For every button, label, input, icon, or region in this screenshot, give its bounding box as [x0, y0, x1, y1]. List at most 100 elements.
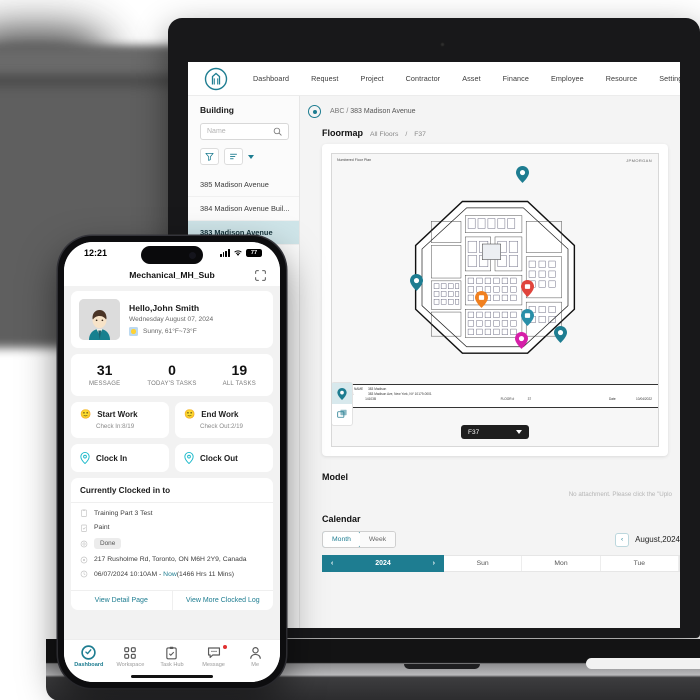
nav-item-project[interactable]: Project — [350, 74, 395, 83]
sidebar-item-384-madison[interactable]: 384 Madison Avenue Buil... — [188, 197, 299, 221]
dow-mon: Mon — [522, 556, 601, 571]
stat-all-tasks[interactable]: 19 ALL TASKS — [206, 362, 273, 387]
app-logo-icon — [204, 67, 228, 91]
tab-dashboard[interactable]: Dashboard — [68, 645, 110, 668]
clocked-job-name: Paint — [94, 524, 110, 531]
view-more-clocked-log-link[interactable]: View More Clocked Log — [173, 591, 274, 610]
stat-todays-tasks-label: TODAY'S TASKS — [147, 381, 197, 387]
map-pin-red[interactable] — [521, 279, 535, 297]
clocked-in-card: Currently Clocked in to Training Part 3 … — [71, 478, 273, 610]
smiley-icon: 🙂 — [80, 409, 92, 419]
end-work-sub: Check Out:2/19 — [200, 423, 243, 430]
tb-val-date: 10/04/2022 — [636, 396, 652, 401]
clock-out-button[interactable]: Clock Out — [175, 444, 273, 472]
message-icon — [207, 647, 220, 658]
chevron-down-icon — [516, 430, 522, 434]
battery-indicator: 77 — [246, 248, 262, 258]
building-search[interactable]: Name — [200, 123, 289, 140]
calendar-month-label: August,2024 — [635, 535, 680, 544]
nav-item-setting[interactable]: Setting — [648, 74, 680, 83]
clocked-address-row: 217 Rusholme Rd, Toronto, ON M6H 2Y9, Ca… — [80, 556, 264, 564]
nav-item-contractor[interactable]: Contractor — [395, 74, 452, 83]
breadcrumb-target-icon[interactable] — [308, 105, 321, 118]
year-prev-button[interactable]: ‹ — [331, 560, 333, 567]
filter-button[interactable] — [200, 148, 219, 165]
location-icon — [80, 556, 88, 563]
clock-in-button[interactable]: Clock In — [71, 444, 169, 472]
status-circle-icon — [80, 540, 88, 547]
breadcrumb-root[interactable]: ABC — [330, 108, 344, 115]
tab-message[interactable]: Message — [193, 645, 235, 668]
status-indicators: 77 — [219, 248, 262, 258]
clocked-in-list: Training Part 3 Test Paint Done 217 Rush… — [71, 503, 273, 590]
map-toolbar — [332, 382, 353, 426]
tab-me[interactable]: Me — [234, 645, 276, 668]
map-tool-pin[interactable] — [332, 383, 352, 404]
stat-message[interactable]: 31 MESSAGE — [71, 362, 138, 387]
map-pin-teal-4[interactable] — [553, 326, 567, 344]
calendar-view-month[interactable]: Month — [323, 532, 361, 547]
map-pin-magenta[interactable] — [514, 332, 528, 350]
person-icon — [249, 646, 261, 659]
year-next-button[interactable]: › — [433, 560, 435, 567]
floormap-header: Floormap All Floors / F37 — [300, 118, 680, 144]
laptop-camera — [440, 42, 445, 47]
tab-workspace[interactable]: Workspace — [110, 645, 152, 668]
tab-task-hub[interactable]: Task Hub — [151, 645, 193, 668]
calendar-dow-header: Sun Mon Tue — [444, 555, 680, 572]
floormap-canvas[interactable]: Numbered Floor Plan JPMORGAN NAME 383 Ma… — [331, 153, 659, 447]
start-work-sub: Check In:8/19 — [96, 423, 135, 430]
nav-item-asset[interactable]: Asset — [451, 74, 491, 83]
scan-icon[interactable] — [255, 270, 266, 281]
floor-select-value: F37 — [468, 428, 480, 436]
calendar-view-week[interactable]: Week — [359, 532, 396, 547]
floormap-sub-allfloors[interactable]: All Floors — [370, 131, 398, 138]
nav-item-resource[interactable]: Resource — [595, 74, 649, 83]
breadcrumb: ABC / 383 Madison Avenue — [300, 96, 680, 118]
clock-out-label: Clock Out — [200, 453, 238, 463]
work-actions-row: 🙂 Start Work Check In:8/19 🙂 End Work Ch… — [71, 402, 273, 438]
stats-card: 31 MESSAGE 0 TODAY'S TASKS 19 ALL TASKS — [71, 354, 273, 396]
nav-item-employee[interactable]: Employee — [540, 74, 595, 83]
clocked-in-title: Currently Clocked in to — [71, 478, 273, 503]
breadcrumb-current: 383 Madison Avenue — [350, 108, 416, 115]
map-pin-teal-2[interactable] — [410, 273, 424, 291]
sun-icon — [129, 327, 138, 336]
map-pin-orange[interactable] — [475, 291, 489, 309]
clocked-job-row: Paint — [80, 524, 264, 532]
start-work-button[interactable]: 🙂 Start Work Check In:8/19 — [71, 402, 169, 438]
map-tool-layers[interactable] — [332, 404, 352, 425]
clocked-in-footer: View Detail Page View More Clocked Log — [71, 589, 274, 610]
message-badge — [223, 645, 228, 649]
cellular-signal-icon — [219, 249, 230, 257]
stat-todays-tasks[interactable]: 0 TODAY'S TASKS — [138, 362, 205, 387]
chevron-down-icon[interactable] — [248, 154, 254, 159]
nav-item-dashboard[interactable]: Dashboard — [242, 74, 300, 83]
plan-title-block: BUILDING NAME 383 Madison ADDRESS 383 Ma… — [332, 384, 658, 408]
map-pin-teal-3[interactable] — [521, 308, 535, 326]
clock-icon — [80, 570, 88, 578]
main-content: ABC / 383 Madison Avenue Floormap All Fl… — [300, 96, 680, 628]
laptop-base-notch — [404, 664, 480, 669]
calendar-view-toggle: Month Week — [322, 531, 397, 548]
task-icon — [81, 524, 87, 532]
end-work-button[interactable]: 🙂 End Work Check Out:2/19 — [175, 402, 273, 438]
layers-icon — [336, 409, 347, 418]
calendar-grid: ‹ 2024 › Sun Mon Tue — [322, 555, 680, 572]
floormap-sub-floor[interactable]: F37 — [414, 131, 426, 138]
clocked-time-row: 06/07/2024 10:10AM - Now(1466 Hrs 11 Min… — [80, 570, 264, 578]
phone-tab-bar: Dashboard Workspace Task Hub Message Me — [64, 639, 280, 671]
floor-select[interactable]: F37 — [461, 425, 529, 439]
tab-message-label: Message — [202, 662, 225, 668]
calendar-prev-button[interactable]: ‹ — [615, 532, 630, 547]
clocked-time-now[interactable]: Now — [163, 571, 177, 578]
nav-item-finance[interactable]: Finance — [492, 74, 540, 83]
phone-screen: 12:21 77 Mechanical_MH_Sub Hello,John Sm… — [64, 242, 280, 682]
tab-me-label: Me — [251, 662, 260, 668]
sort-button[interactable] — [224, 148, 243, 165]
view-detail-page-link[interactable]: View Detail Page — [71, 590, 173, 610]
map-pin-teal-1[interactable] — [516, 165, 530, 183]
nav-item-request[interactable]: Request — [300, 74, 349, 83]
breadcrumb-separator: / — [346, 108, 349, 115]
sidebar-item-385-madison[interactable]: 385 Madison Avenue — [188, 173, 299, 197]
